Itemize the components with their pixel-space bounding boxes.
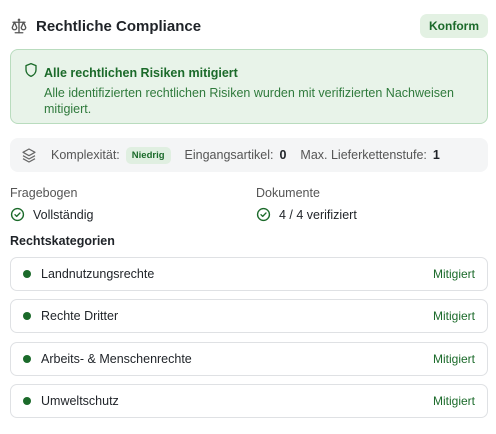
- category-name: Landnutzungsrechte: [41, 267, 155, 281]
- category-name: Arbeits- & Menschenrechte: [41, 352, 192, 366]
- check-circle-icon: [256, 207, 271, 222]
- status-dot: [23, 270, 31, 278]
- scale-icon: [10, 17, 28, 35]
- documents-value: 4 / 4 verifiziert: [279, 207, 357, 222]
- category-status: Mitigiert: [432, 267, 475, 281]
- section-header: Rechtliche Compliance Konform: [10, 14, 488, 38]
- category-row-arbeits-menschenrechte[interactable]: Arbeits- & Menschenrechte Mitigiert: [10, 342, 488, 376]
- category-status: Mitigiert: [432, 394, 475, 408]
- documents-label: Dokumente: [256, 186, 320, 200]
- complexity-label: Komplexität:: [51, 148, 120, 162]
- shield-icon: [23, 62, 39, 78]
- questionnaire-value: Vollständig: [33, 207, 94, 222]
- alert-message: Alle identifizierten rechtlichen Risiken…: [44, 86, 454, 116]
- category-name: Umweltschutz: [41, 394, 119, 408]
- questionnaire-label: Fragebogen: [10, 186, 78, 200]
- layers-icon: [21, 147, 37, 163]
- category-name: Rechte Dritter: [41, 309, 119, 323]
- category-status: Mitigiert: [432, 352, 475, 366]
- category-row-rechte-dritter[interactable]: Rechte Dritter Mitigiert: [10, 299, 488, 333]
- category-row-umweltschutz[interactable]: Umweltschutz Mitigiert: [10, 384, 488, 418]
- alert-title: Alle rechtlichen Risiken mitigiert: [44, 66, 238, 80]
- category-status: Mitigiert: [432, 309, 475, 323]
- documents-status: Dokumente 4 / 4 verifiziert: [256, 186, 357, 222]
- complexity-stats-bar: Komplexität: Niedrig Eingangsartikel: 0 …: [10, 138, 488, 172]
- categories-heading: Rechtskategorien: [10, 234, 115, 248]
- supply-chain-level-value: 1: [432, 148, 440, 162]
- input-items-label: Eingangsartikel:: [184, 148, 274, 162]
- status-dot: [23, 355, 31, 363]
- status-dot: [23, 397, 31, 405]
- category-row-landnutzungsrechte[interactable]: Landnutzungsrechte Mitigiert: [10, 257, 488, 291]
- success-alert: Alle rechtlichen Risiken mitigiert Alle …: [10, 49, 488, 124]
- check-circle-icon: [10, 207, 25, 222]
- status-dot: [23, 312, 31, 320]
- compliance-status-badge: Konform: [420, 14, 488, 38]
- input-items-value: 0: [279, 148, 287, 162]
- questionnaire-status: Fragebogen Vollständig: [10, 186, 93, 222]
- page-title: Rechtliche Compliance: [36, 17, 202, 35]
- complexity-badge: Niedrig: [125, 146, 171, 164]
- supply-chain-level-label: Max. Lieferkettenstufe:: [300, 148, 427, 162]
